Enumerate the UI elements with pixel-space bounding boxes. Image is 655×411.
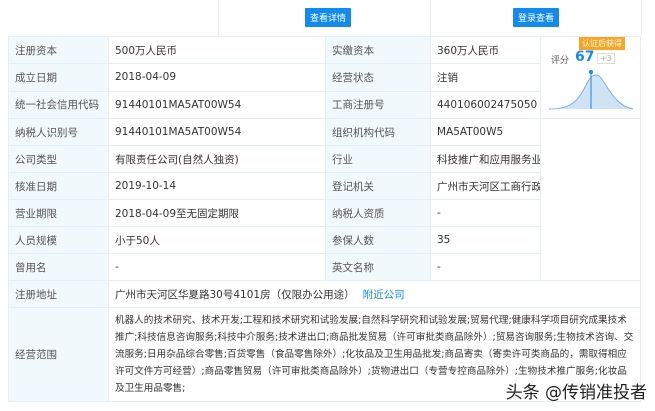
- field-label: 曾用名: [8, 253, 109, 281]
- field-value: 2018-04-09: [108, 63, 326, 92]
- table-row: 纳税人识别号 91440101MA5AT00W54 组织机构代码 MA5AT00W5: [8, 118, 641, 281]
- address-value: 广州市天河区华夏路30号4101房（仅限办公用途） 附近公司: [108, 280, 641, 308]
- watermark: 头条 @传销准投者: [505, 383, 647, 403]
- field-label: 核准日期: [8, 172, 109, 200]
- field-label: 统一社会信用代码: [8, 90, 109, 120]
- field-value: 小于50人: [108, 226, 326, 254]
- field-label: 纳税人资质: [325, 199, 431, 227]
- score-distribution-curve: [549, 70, 633, 110]
- field-label: 实缴资本: [325, 35, 431, 65]
- field-value: -: [430, 253, 541, 281]
- field-value: -: [108, 253, 326, 281]
- field-value: 有限责任公司(自然人独资): [108, 145, 326, 173]
- field-value: 广州市天河区工商行政管理局: [430, 172, 541, 200]
- empty-cell: [540, 118, 641, 281]
- field-label: 组织机构代码: [325, 118, 431, 146]
- field-label: 注册资本: [8, 35, 109, 65]
- view-details-button[interactable]: 查看详情: [305, 8, 352, 27]
- field-value: 科技推广和应用服务业: [430, 145, 541, 173]
- field-value: 2019-10-14: [108, 172, 326, 200]
- field-value: 500万人民币: [108, 35, 326, 65]
- details-cell: 查看详情: [218, 0, 431, 36]
- field-label: 公司类型: [8, 145, 109, 173]
- score-plus: +3: [597, 53, 615, 64]
- table-row: 注册资本 500万人民币 实缴资本 360万人民币 认证后获得 评分 67 +3: [8, 35, 641, 119]
- field-value: 91440101MA5AT00W54: [108, 118, 326, 146]
- address-text: 广州市天河区华夏路30号4101房（仅限办公用途）: [115, 288, 355, 301]
- field-label: 经营范围: [8, 307, 109, 402]
- field-value: 35: [430, 226, 541, 254]
- field-value: -: [430, 199, 541, 227]
- field-value: MA5AT00W5: [430, 118, 541, 146]
- field-label: 人员规模: [8, 226, 109, 254]
- field-label: 营业期限: [8, 199, 109, 227]
- score-label: 评分: [551, 56, 570, 66]
- field-value: 440106002475050: [430, 90, 541, 120]
- score-panel: 认证后获得 评分 67 +3: [540, 36, 641, 119]
- field-value: 2018-04-09至无固定期限: [108, 199, 326, 227]
- field-label: 行业: [325, 145, 431, 173]
- field-value: 91440101MA5AT00W54: [108, 90, 326, 120]
- nearby-companies-link[interactable]: 附近公司: [363, 289, 405, 301]
- field-label: 英文名称: [325, 253, 431, 281]
- field-label: 注册地址: [8, 280, 109, 308]
- company-info-table: 注册资本 500万人民币 实缴资本 360万人民币 认证后获得 评分 67 +3 成立…: [8, 35, 641, 402]
- field-value: 注销: [430, 63, 541, 92]
- field-label: 工商注册号: [325, 90, 431, 120]
- score-value: 67: [575, 49, 595, 65]
- login-cell: 登录查看: [430, 0, 642, 36]
- field-label: 成立日期: [8, 63, 109, 92]
- login-view-button[interactable]: 登录查看: [513, 8, 560, 27]
- address-row: 注册地址 广州市天河区华夏路30号4101房（仅限办公用途） 附近公司: [8, 280, 641, 308]
- field-label: 纳税人识别号: [8, 118, 109, 146]
- field-value: 360万人民币: [430, 35, 541, 65]
- action-bar: 查看详情 登录查看: [8, 0, 642, 37]
- field-label: 登记机关: [325, 172, 431, 200]
- field-label: 参保人数: [325, 226, 431, 254]
- field-label: 经营状态: [325, 63, 431, 92]
